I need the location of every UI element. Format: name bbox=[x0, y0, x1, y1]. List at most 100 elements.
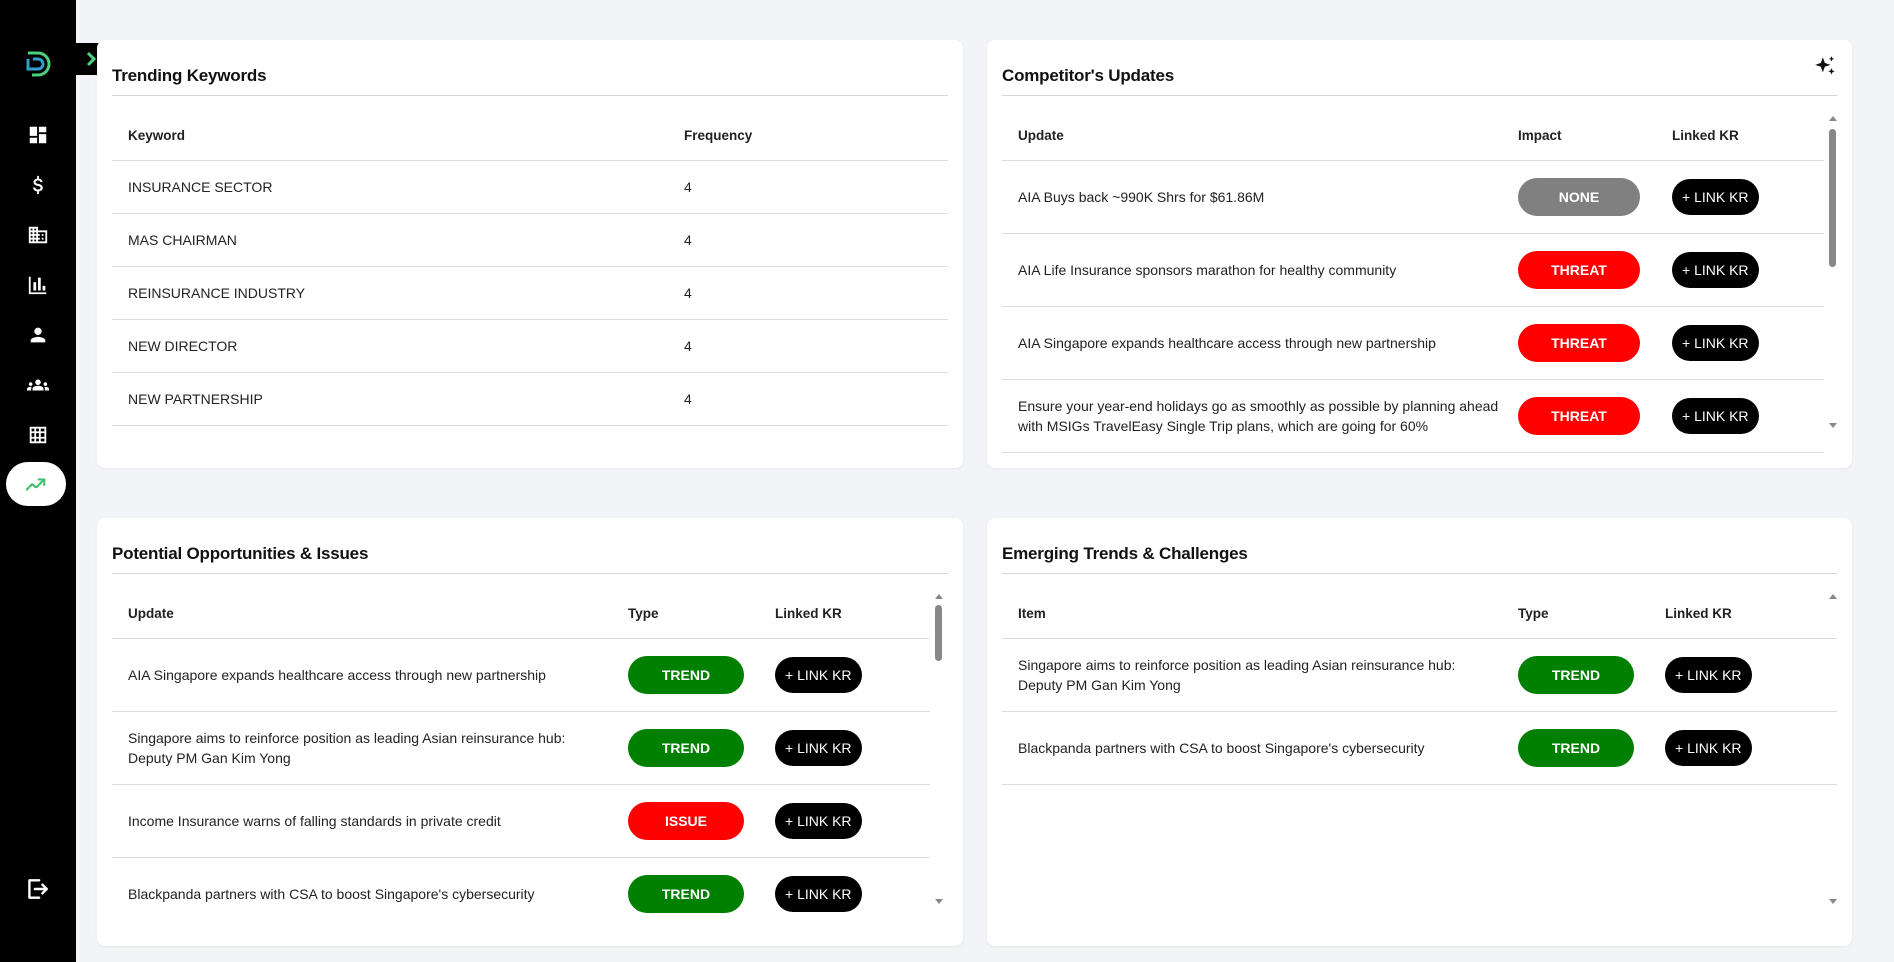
frequency-cell: 4 bbox=[668, 266, 948, 320]
type-badge: TREND bbox=[1518, 655, 1634, 694]
scroll-down-arrow[interactable] bbox=[1829, 423, 1837, 428]
nav-trends[interactable] bbox=[6, 462, 66, 506]
sidebar bbox=[0, 0, 76, 962]
column-header[interactable]: Frequency bbox=[668, 112, 948, 161]
nav-dashboard[interactable] bbox=[20, 117, 56, 153]
type-badge: TREND bbox=[628, 874, 744, 913]
nav-team[interactable] bbox=[20, 367, 56, 403]
table-row: Singapore aims to reinforce position as … bbox=[112, 711, 930, 785]
scroll-down-arrow[interactable] bbox=[935, 899, 943, 904]
column-header[interactable]: Type bbox=[612, 590, 759, 639]
opportunities-card: Potential Opportunities & Issues Update … bbox=[97, 518, 963, 946]
competitor-table: Update Impact Linked KR AIA Buys back ~9… bbox=[1002, 112, 1824, 453]
link-kr-button[interactable]: + LINK KR bbox=[1672, 178, 1759, 215]
link-kr-button[interactable]: + LINK KR bbox=[1672, 397, 1759, 434]
scrollbar[interactable] bbox=[1827, 594, 1839, 904]
table-row: REINSURANCE INDUSTRY 4 bbox=[112, 266, 948, 320]
scroll-thumb[interactable] bbox=[935, 605, 942, 661]
nav-table[interactable] bbox=[20, 417, 56, 453]
link-kr-button[interactable]: + LINK KR bbox=[775, 875, 862, 912]
competitor-updates-card: Competitor's Updates Update Impact Linke… bbox=[987, 40, 1852, 468]
nav-finance[interactable] bbox=[20, 167, 56, 203]
table-row: Blackpanda partners with CSA to boost Si… bbox=[1002, 711, 1837, 785]
building-icon bbox=[28, 226, 48, 244]
table-row: NEW PARTNERSHIP 4 bbox=[112, 372, 948, 426]
table-row: Blackpanda partners with CSA to boost Si… bbox=[112, 857, 930, 928]
keyword-cell: REINSURANCE INDUSTRY bbox=[112, 266, 668, 320]
link-kr-button[interactable]: + LINK KR bbox=[1672, 324, 1759, 361]
logout-button[interactable] bbox=[24, 876, 52, 904]
update-cell: AIA Singapore expands healthcare access … bbox=[1002, 306, 1502, 380]
link-kr-button[interactable]: + LINK KR bbox=[775, 656, 862, 693]
scrollbar[interactable] bbox=[933, 594, 945, 904]
card-title: Emerging Trends & Challenges bbox=[1002, 544, 1248, 563]
bar-chart-icon bbox=[28, 276, 47, 295]
ai-sparkle-button[interactable] bbox=[1812, 54, 1838, 80]
column-header[interactable]: Impact bbox=[1502, 112, 1656, 161]
scroll-down-arrow[interactable] bbox=[1829, 899, 1837, 904]
update-cell: Blackpanda partners with CSA to boost Si… bbox=[112, 857, 612, 928]
update-cell: AIA Singapore expands healthcare access … bbox=[112, 638, 612, 712]
trends-table: Item Type Linked KR Singapore aims to re… bbox=[1002, 590, 1837, 785]
scrollbar[interactable] bbox=[1827, 116, 1839, 428]
column-header[interactable]: Linked KR bbox=[759, 590, 930, 639]
impact-badge: NONE bbox=[1518, 177, 1640, 216]
card-title: Trending Keywords bbox=[112, 66, 267, 85]
table-row: NEW DIRECTOR 4 bbox=[112, 319, 948, 373]
nav-organization[interactable] bbox=[20, 217, 56, 253]
card-title: Potential Opportunities & Issues bbox=[112, 544, 369, 563]
link-kr-button[interactable]: + LINK KR bbox=[1672, 251, 1759, 288]
divider bbox=[112, 573, 948, 574]
frequency-cell: 4 bbox=[668, 160, 948, 214]
divider bbox=[1002, 573, 1837, 574]
groups-icon bbox=[27, 379, 49, 391]
app-logo[interactable] bbox=[24, 50, 52, 80]
column-header[interactable]: Item bbox=[1002, 590, 1502, 639]
column-header[interactable]: Keyword bbox=[112, 112, 668, 161]
link-kr-button[interactable]: + LINK KR bbox=[1665, 729, 1752, 766]
competitor-table-wrap: Update Impact Linked KR AIA Buys back ~9… bbox=[1002, 112, 1824, 474]
keyword-cell: NEW DIRECTOR bbox=[112, 319, 668, 373]
column-header[interactable]: Linked KR bbox=[1656, 112, 1824, 161]
type-badge: TREND bbox=[1518, 728, 1634, 767]
column-header[interactable]: Update bbox=[112, 590, 612, 639]
scroll-thumb[interactable] bbox=[1829, 129, 1836, 267]
table-row: AIA Buys back ~990K Shrs for $61.86M NON… bbox=[1002, 160, 1824, 234]
trending-keywords-card: Trending Keywords Keyword Frequency INSU… bbox=[97, 40, 963, 468]
update-cell: Ensure your year-end holidays go as smoo… bbox=[1002, 379, 1502, 453]
update-cell: AIA Buys back ~990K Shrs for $61.86M bbox=[1002, 160, 1502, 234]
table-row: AIA Singapore expands healthcare access … bbox=[112, 638, 930, 712]
item-cell: Singapore aims to reinforce position as … bbox=[1002, 638, 1502, 712]
opportunities-table-wrap: Update Type Linked KR AIA Singapore expa… bbox=[112, 590, 930, 928]
keywords-table-wrap: Keyword Frequency INSURANCE SECTOR 4 MAS … bbox=[112, 112, 948, 438]
divider bbox=[112, 95, 948, 96]
type-badge: TREND bbox=[628, 655, 744, 694]
table-row: AIA Singapore expands healthcare access … bbox=[1002, 306, 1824, 380]
link-kr-button[interactable]: + LINK KR bbox=[775, 729, 862, 766]
item-cell: Blackpanda partners with CSA to boost Si… bbox=[1002, 711, 1502, 785]
scroll-up-arrow[interactable] bbox=[1829, 594, 1837, 599]
link-kr-button[interactable]: + LINK KR bbox=[1665, 656, 1752, 693]
dollar-icon bbox=[33, 175, 43, 195]
trends-table-wrap: Item Type Linked KR Singapore aims to re… bbox=[1002, 590, 1837, 928]
nav-analytics[interactable] bbox=[20, 267, 56, 303]
grid-table-icon bbox=[29, 426, 47, 444]
frequency-cell: 4 bbox=[668, 319, 948, 373]
table-row: INSURANCE SECTOR 4 bbox=[112, 160, 948, 214]
link-kr-button[interactable]: + LINK KR bbox=[775, 802, 862, 839]
update-cell: Singapore aims to reinforce position as … bbox=[112, 711, 612, 785]
update-cell: AIA Life Insurance sponsors marathon for… bbox=[1002, 233, 1502, 307]
column-header[interactable]: Type bbox=[1502, 590, 1649, 639]
sparkle-icon bbox=[1815, 56, 1835, 75]
scroll-up-arrow[interactable] bbox=[935, 594, 943, 599]
table-row: Ensure your year-end holidays go as smoo… bbox=[1002, 379, 1824, 453]
scroll-up-arrow[interactable] bbox=[1829, 116, 1837, 121]
update-cell: Income Insurance warns of falling standa… bbox=[112, 784, 612, 858]
nav-profile[interactable] bbox=[20, 317, 56, 353]
keywords-table: Keyword Frequency INSURANCE SECTOR 4 MAS … bbox=[112, 112, 948, 426]
type-badge: ISSUE bbox=[628, 801, 744, 840]
table-row: AIA Life Insurance sponsors marathon for… bbox=[1002, 233, 1824, 307]
column-header[interactable]: Linked KR bbox=[1649, 590, 1837, 639]
column-header[interactable]: Update bbox=[1002, 112, 1502, 161]
frequency-cell: 4 bbox=[668, 213, 948, 267]
